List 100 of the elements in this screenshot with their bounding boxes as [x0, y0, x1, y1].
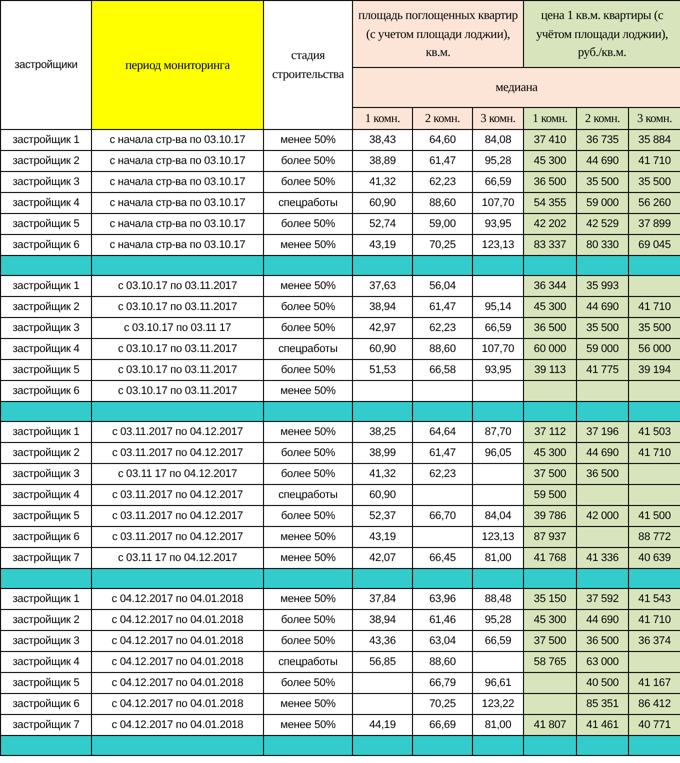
table-cell: 42 000 — [576, 506, 629, 526]
table-cell: 88,60 — [412, 192, 472, 214]
table-cell: менее 50% — [264, 526, 352, 548]
table-cell: 37 112 — [524, 422, 577, 442]
table-cell: 62,23 — [412, 464, 472, 484]
table-cell: 63,96 — [412, 588, 472, 610]
table-cell: 41,32 — [352, 464, 412, 484]
table-cell: 41 710 — [628, 150, 680, 172]
table-cell: более 50% — [264, 506, 352, 526]
table-cell: застройщик 4 — [0, 484, 92, 506]
table-cell: спецработы — [264, 652, 352, 672]
table-cell: застройщик 6 — [0, 694, 92, 714]
table-cell: застройщик 6 — [0, 526, 92, 548]
table-cell: 80 330 — [576, 234, 629, 256]
table-cell: с начала стр-ва по 03.10.17 — [92, 150, 264, 172]
table-cell: 86 412 — [628, 694, 680, 714]
table-cell: более 50% — [264, 318, 352, 338]
table-cell: застройщик 1 — [0, 130, 92, 150]
table-cell: 44 690 — [576, 150, 629, 172]
table-cell: с 03.10.17 по 03.11.2017 — [92, 338, 264, 360]
table-cell: застройщик 3 — [0, 630, 92, 652]
table-cell: 63 000 — [576, 652, 629, 672]
table-cell: 61,47 — [412, 296, 472, 318]
table-cell: застройщик 2 — [0, 296, 92, 318]
table-cell: 43,19 — [352, 526, 412, 548]
table-cell: 64,60 — [412, 130, 472, 150]
table-cell: более 50% — [264, 360, 352, 380]
table-cell: с 03.10.17 по 03.11.2017 — [92, 296, 264, 318]
table-cell: более 50% — [264, 672, 352, 694]
table-cell: 36 500 — [576, 464, 629, 484]
table-cell: 35 500 — [628, 318, 680, 338]
table-cell: 44 690 — [576, 296, 629, 318]
table-cell: 37 196 — [576, 422, 629, 442]
table-cell: менее 50% — [264, 130, 352, 150]
table-cell: 35 500 — [628, 172, 680, 192]
table-cell: более 50% — [264, 296, 352, 318]
table-cell: 41 336 — [576, 548, 629, 568]
table-cell: 41 710 — [628, 296, 680, 318]
table-cell — [628, 484, 680, 506]
table-cell: 35 993 — [576, 276, 629, 296]
table-cell: 39 194 — [628, 360, 680, 380]
table-cell: менее 50% — [264, 694, 352, 714]
table-cell: 43,36 — [352, 630, 412, 652]
table-cell: 56 260 — [628, 192, 680, 214]
table-cell: с 03.10.17 по 03.11.2017 — [92, 360, 264, 380]
table-cell: более 50% — [264, 630, 352, 652]
table-cell: 61,47 — [412, 150, 472, 172]
table-cell: 66,79 — [412, 672, 472, 694]
table-cell: застройщик 4 — [0, 338, 92, 360]
table-cell: 61,46 — [412, 610, 472, 630]
table-cell: 39 786 — [524, 506, 577, 526]
table-cell: 40 771 — [628, 714, 680, 736]
column-header: 2 комн. — [576, 108, 629, 130]
table-cell: 37,84 — [352, 588, 412, 610]
table-cell: с начала стр-ва по 03.10.17 — [92, 130, 264, 150]
table-cell: 83 337 — [524, 234, 577, 256]
table-cell: 51,53 — [352, 360, 412, 380]
table-cell: 41 768 — [524, 548, 577, 568]
column-header: период мониторинга — [92, 0, 264, 130]
table-cell: 44 690 — [576, 442, 629, 464]
table-cell: застройщик 2 — [0, 610, 92, 630]
table-cell: 36 500 — [524, 318, 577, 338]
table-cell: 62,23 — [412, 318, 472, 338]
table-cell: 36 500 — [576, 630, 629, 652]
table-cell: 45 300 — [524, 442, 577, 464]
table-cell: 42,97 — [352, 318, 412, 338]
table-cell: 38,94 — [352, 296, 412, 318]
table-cell: более 50% — [264, 610, 352, 630]
column-header: 1 комн. — [524, 108, 577, 130]
table-cell — [524, 380, 577, 402]
table-cell — [628, 652, 680, 672]
table-cell: более 50% — [264, 442, 352, 464]
table-cell: с 03.10.17 по 03.11 17 — [92, 318, 264, 338]
table-cell: 41 461 — [576, 714, 629, 736]
table-cell: 88,60 — [412, 652, 472, 672]
column-header: площадь поглощенных квартир (с учетом площади лоджии), кв.м. — [352, 0, 524, 68]
table-cell: более 50% — [264, 214, 352, 234]
table-cell: 38,89 — [352, 150, 412, 172]
table-cell: 41 807 — [524, 714, 577, 736]
table-cell: 59 000 — [576, 338, 629, 360]
table-cell: 45 300 — [524, 150, 577, 172]
table-cell: застройщик 5 — [0, 360, 92, 380]
table-cell: застройщик 3 — [0, 464, 92, 484]
table-cell — [412, 484, 472, 506]
table-cell: 41 710 — [628, 610, 680, 630]
table-cell: 41 500 — [628, 506, 680, 526]
table-cell: с 04.12.2017 по 04.01.2018 — [92, 694, 264, 714]
table-cell: 35 500 — [576, 172, 629, 192]
table-cell: 44 690 — [576, 610, 629, 630]
table-cell: менее 50% — [264, 588, 352, 610]
table-cell: 42 202 — [524, 214, 577, 234]
column-header: медиана — [352, 68, 680, 108]
table-cell: застройщик 2 — [0, 442, 92, 464]
table-cell: 62,23 — [412, 172, 472, 192]
table-cell: 69 045 — [628, 234, 680, 256]
table-cell: 41 503 — [628, 422, 680, 442]
table-cell: 61,47 — [412, 442, 472, 464]
table-cell: 59 500 — [524, 484, 577, 506]
table-cell: 35 500 — [576, 318, 629, 338]
table-cell: с начала стр-ва по 03.10.17 — [92, 172, 264, 192]
